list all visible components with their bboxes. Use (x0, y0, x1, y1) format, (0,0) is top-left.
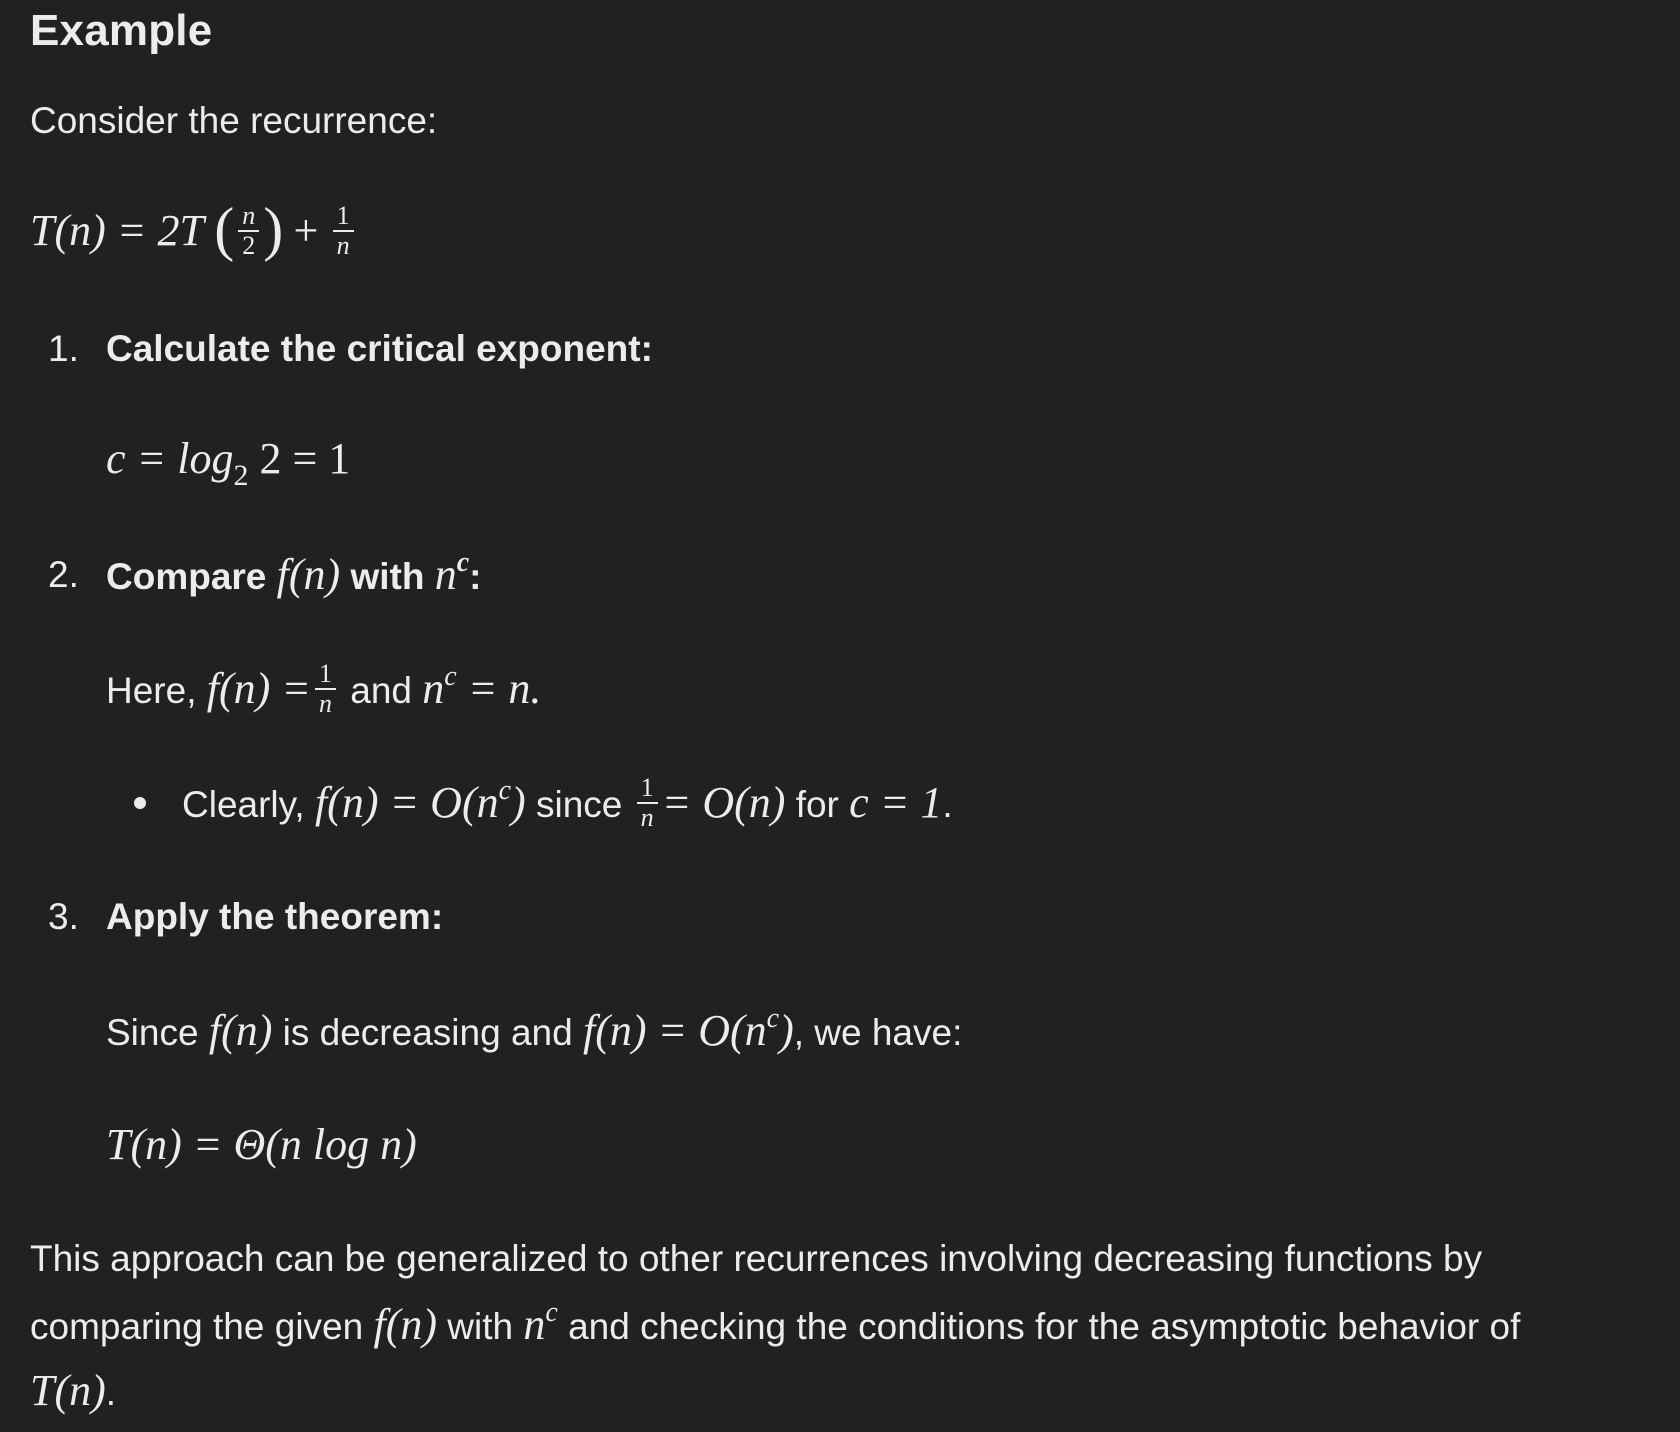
plus-sign: + (293, 206, 319, 255)
bullet-point (134, 797, 146, 809)
fraction-1-over-n: 1n (332, 202, 354, 260)
step-2-explanation: Here, f(n) = 1 n and nc = n. (106, 659, 542, 719)
step-1-number: 1. (48, 328, 79, 369)
step-3-number: 3. (48, 896, 79, 937)
conclusion-line-1: This approach can be generalized to othe… (30, 1238, 1483, 1279)
conclusion-line-2: comparing the given f(n) with nc and che… (30, 1297, 1521, 1350)
left-paren: ( (214, 196, 235, 262)
conclusion-line-3: T(n). (30, 1366, 117, 1415)
intro-paragraph: Consider the recurrence: (30, 100, 438, 141)
recurrence-lhs: T(n) = 2T (30, 206, 204, 255)
fraction-1-over-n: 1n (636, 774, 658, 832)
section-heading: Example (30, 6, 213, 55)
step-3-title: Apply the theorem: (106, 896, 444, 937)
result-formula: T(n) = Θ(n log n) (106, 1120, 417, 1169)
step-2-title: Compare f(n) with nc: (106, 547, 482, 600)
recurrence-formula: T(n) = 2T (n 2) + 1n (30, 196, 358, 266)
right-paren: ) (263, 196, 284, 262)
step-2-number: 2. (48, 554, 79, 595)
critical-exponent-formula: c = log2 2 = 1 (106, 434, 351, 492)
fraction-n-over-2: n2 (238, 202, 260, 260)
step-2-bullet: Clearly, f(n) = O(nc) since 1 n = O(n) for… (182, 773, 953, 833)
step-3-explanation: Since f(n) is decreasing and f(n) = O(nc… (106, 1003, 963, 1056)
fraction-1-over-n: 1n (315, 660, 336, 718)
step-1-title: Calculate the critical exponent: (106, 328, 653, 369)
